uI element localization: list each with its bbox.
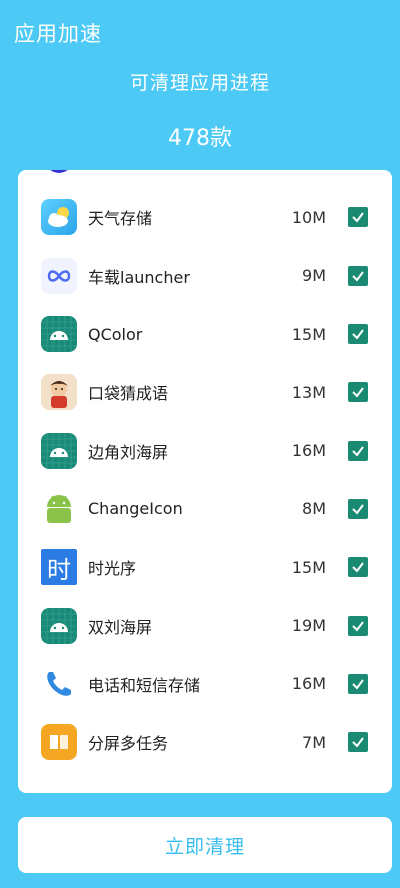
app-size: 15M — [291, 324, 326, 344]
android-grid-icon — [41, 432, 77, 469]
app-name: 天气存储 — [88, 209, 153, 229]
app-size: 8M — [302, 499, 326, 519]
list-item[interactable]: 天气存储 10M — [18, 188, 392, 246]
app-size: 16M — [291, 674, 326, 694]
app-checkbox[interactable] — [348, 440, 368, 461]
android-icon — [41, 491, 77, 527]
list-item[interactable]: 音频 5M — [18, 170, 392, 188]
app-size: 10M — [291, 207, 326, 227]
game-character-icon — [41, 374, 77, 411]
app-checkbox[interactable] — [348, 673, 368, 694]
header-title: 应用加速 — [14, 22, 102, 46]
app-size: 15M — [291, 557, 326, 577]
app-size: 19M — [291, 616, 326, 636]
app-checkbox[interactable] — [348, 615, 368, 636]
app-name: 车载launcher — [88, 267, 190, 287]
app-name: 时光序 — [88, 559, 137, 579]
app-name: ChangeIcon — [88, 499, 183, 519]
weather-icon — [41, 199, 77, 236]
list-item[interactable]: 车载launcher 9M — [18, 247, 392, 305]
list-item[interactable]: 双刘海屏 19M — [18, 596, 392, 654]
app-checkbox[interactable] — [348, 732, 368, 753]
list-item[interactable]: 时 时光序 15M — [18, 538, 392, 596]
app-list[interactable]: 音频 5M 天气存储 10M — [18, 170, 392, 793]
list-item[interactable]: QColor 15M — [18, 305, 392, 363]
list-item[interactable]: ChangeIcon 8M — [18, 480, 392, 538]
app-size: 13M — [291, 382, 326, 402]
app-name: 电话和短信存储 — [88, 675, 201, 695]
phone-icon — [41, 666, 77, 702]
app-checkbox[interactable] — [348, 207, 368, 228]
list-item[interactable]: 分屏多任务 7M — [18, 713, 392, 771]
list-item[interactable]: 口袋猜成语 13M — [18, 363, 392, 421]
app-name: 音频 — [88, 170, 120, 171]
app-checkbox[interactable] — [348, 498, 368, 519]
app-name: 双刘海屏 — [88, 617, 153, 637]
partial-icon — [41, 170, 77, 177]
subtitle: 可清理应用进程 — [129, 72, 270, 94]
app-name: 边角刘海屏 — [88, 442, 169, 462]
app-name: 分屏多任务 — [88, 734, 169, 754]
infinity-icon — [41, 257, 77, 294]
app-checkbox[interactable] — [348, 265, 368, 286]
app-name: QColor — [88, 324, 143, 344]
clean-now-button[interactable]: 立即清理 — [18, 817, 392, 873]
app-checkbox[interactable] — [348, 324, 368, 345]
list-item[interactable]: 电话和短信存储 16M — [18, 655, 392, 713]
list-item[interactable]: 边角刘海屏 16M — [18, 421, 392, 479]
app-size: 16M — [291, 441, 326, 461]
app-size: 9M — [302, 266, 326, 286]
android-grid-icon — [41, 316, 77, 353]
android-grid-icon — [41, 607, 77, 644]
process-count: 478款 — [168, 126, 232, 151]
app-checkbox[interactable] — [348, 557, 368, 578]
app-size: 7M — [302, 732, 326, 752]
split-screen-icon — [41, 724, 77, 761]
time-icon: 时 — [41, 549, 77, 586]
app-checkbox[interactable] — [348, 382, 368, 403]
app-name: 口袋猜成语 — [88, 384, 169, 404]
